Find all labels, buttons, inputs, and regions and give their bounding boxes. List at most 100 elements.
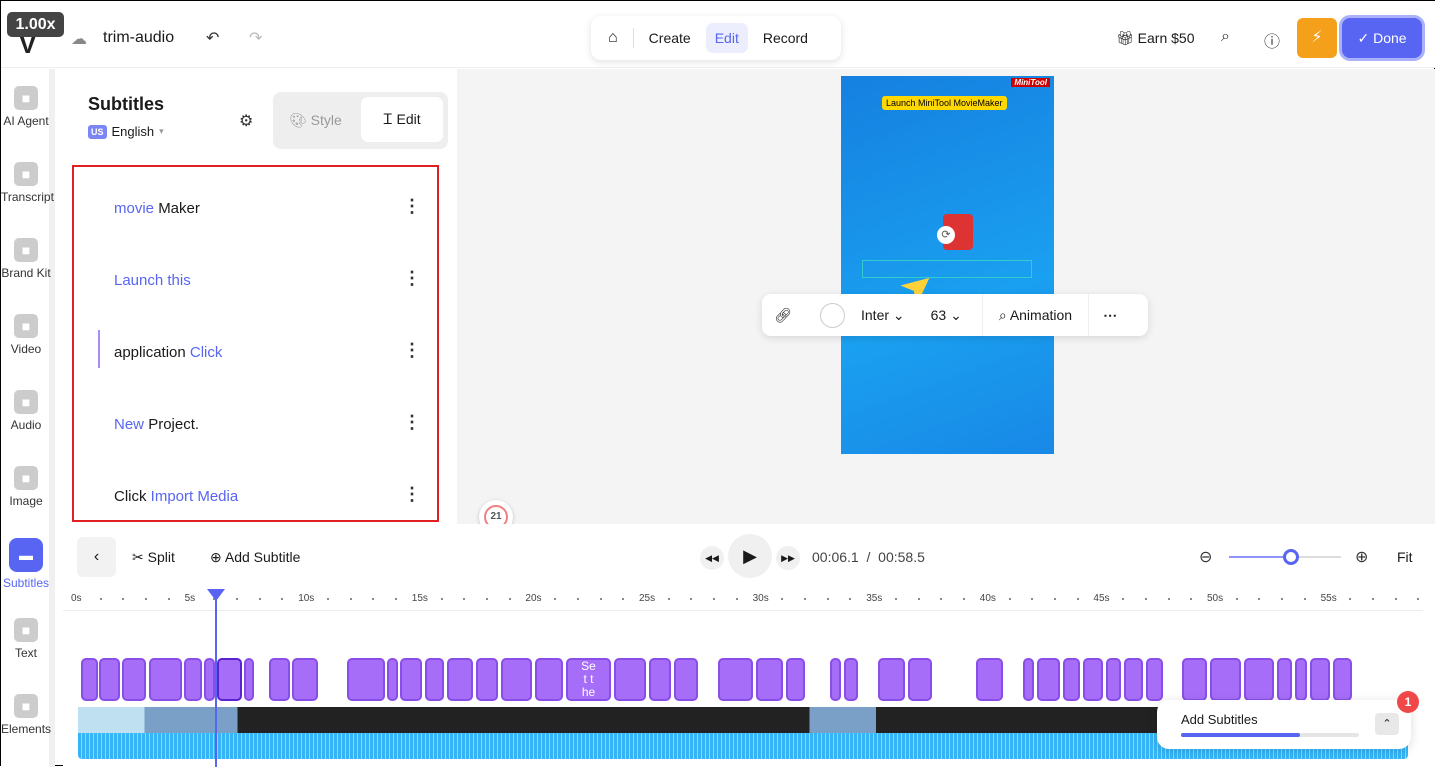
video-preview[interactable]: MiniTool Launch MiniTool MovieMaker ⟳ ➤ [841,76,1054,454]
sidebar-item-text[interactable]: ■ Text [1,618,51,660]
subtitle-clip[interactable] [976,658,1003,701]
undo-icon[interactable]: ↶ [206,28,219,48]
sidebar-item-transcript[interactable]: ■ Transcript [1,162,54,204]
collapse-button[interactable]: ‹ [77,537,116,577]
rewind-button[interactable]: ◀◀ [700,546,724,570]
more-icon[interactable]: ⋯ [1088,294,1117,336]
subtitle-clip[interactable] [1310,658,1330,701]
sidebar-item-elements[interactable]: ■ Elements [1,694,51,736]
subtitle-clip[interactable] [244,658,254,701]
settings-sliders-icon[interactable]: ⚙ [239,111,253,131]
zoom-in-icon[interactable]: ⊕ [1355,547,1368,567]
play-button[interactable]: ▶ [728,534,772,578]
forward-button[interactable]: ▶▶ [776,546,800,570]
subtitle-clip[interactable] [1210,658,1241,701]
subtitle-clip[interactable] [149,658,182,701]
upgrade-button[interactable]: ⚡︎ [1297,18,1337,58]
subtitle-item[interactable]: Click Import Media [114,488,238,505]
subtitle-clip[interactable] [1182,658,1207,701]
subtitle-clip[interactable] [501,658,532,701]
subtitle-clip[interactable] [1295,658,1307,701]
home-icon[interactable]: ⌂ [599,22,627,54]
zoom-slider-handle[interactable] [1282,549,1299,565]
subtitle-item[interactable]: New Project. [114,416,199,433]
subtitle-clip[interactable] [184,658,202,701]
subtitle-clip[interactable] [387,658,398,701]
earn-button[interactable]: 🎁︎ Earn $50 [1116,30,1195,47]
project-title[interactable]: trim-audio [103,29,174,47]
rotate-icon[interactable]: ⟳ [937,226,955,244]
sidebar-item-brand-kit[interactable]: ■ Brand Kit [1,238,51,280]
animation-button[interactable]: ⌕ Animation [981,294,1072,336]
subtitle-clip[interactable] [674,658,698,701]
subtitle-clip[interactable] [1063,658,1080,701]
subtitle-clip[interactable] [1244,658,1274,701]
sidebar-item-video[interactable]: ■ Video [1,314,51,356]
subtitle-clip[interactable] [786,658,805,701]
split-button[interactable]: ✂ Split [132,549,175,566]
subtitle-clip[interactable] [476,658,498,701]
subtitle-clip[interactable] [81,658,98,701]
tab-record[interactable]: Record [754,23,817,53]
more-options-icon[interactable]: ⋮ [403,412,421,433]
sidebar-item-ai-agent[interactable]: ■ AI Agent [1,86,51,128]
text-selection-box[interactable] [862,260,1032,278]
subtitle-clip[interactable] [1277,658,1292,701]
subtitle-clip[interactable] [1037,658,1060,701]
subtitle-clip[interactable] [649,658,671,701]
subtitle-clip[interactable] [1023,658,1034,701]
subtitle-clip[interactable] [204,658,215,701]
tab-style[interactable]: 🎨︎ Style [289,112,342,129]
tab-edit[interactable]: Edit [705,23,748,53]
more-options-icon[interactable]: ⋮ [403,196,421,217]
search-icon[interactable]: ⌕ [1221,28,1230,46]
sidebar-item-audio[interactable]: ■ Audio [1,390,51,432]
subtitle-item[interactable]: Launch this [114,272,191,289]
subtitle-clip[interactable] [756,658,783,701]
tab-edit-subtitles[interactable]: Ꮖ Edit [361,97,443,142]
subtitle-clip[interactable] [99,658,120,701]
subtitle-clip[interactable]: Se t t he [566,658,611,701]
redo-icon[interactable]: ↷ [249,28,262,48]
subtitle-clip[interactable] [718,658,753,701]
chevron-up-icon[interactable]: ⌃ [1375,713,1399,735]
subtitle-clip[interactable] [292,658,318,701]
subtitle-clip[interactable] [1124,658,1143,701]
subtitle-clip[interactable] [400,658,422,701]
sidebar-item-image[interactable]: ■ Image [1,466,51,508]
zoom-slider[interactable] [1229,549,1341,565]
more-options-icon[interactable]: ⋮ [403,340,421,361]
subtitle-clip[interactable] [614,658,646,701]
font-select[interactable]: Inter ⌄ [861,307,905,324]
subtitle-clip[interactable] [844,658,858,701]
subtitle-clip[interactable] [908,658,932,701]
subtitle-clip[interactable] [535,658,563,701]
subtitle-clip[interactable] [1083,658,1103,701]
fit-button[interactable]: Fit [1397,549,1413,565]
subtitle-item[interactable]: application Click [114,344,222,361]
font-size-select[interactable]: 63 ⌄ [931,307,962,324]
subtitle-item[interactable]: movie Maker [114,200,200,217]
subtitle-clip[interactable] [1146,658,1163,701]
subtitle-clip[interactable] [830,658,841,701]
subtitle-clip[interactable] [122,658,146,701]
subtitle-clip[interactable] [878,658,905,701]
done-button[interactable]: ✓ Done [1342,18,1422,58]
subtitle-clip[interactable] [217,658,242,701]
playhead-handle[interactable] [207,589,225,601]
sidebar-item-subtitles[interactable]: ▬ Subtitles [1,538,51,590]
add-subtitle-button[interactable]: ⊕ Add Subtitle [210,549,300,566]
subtitle-clip[interactable] [447,658,473,701]
more-options-icon[interactable]: ⋮ [403,268,421,289]
subtitle-clip[interactable] [347,658,385,701]
playhead[interactable] [207,589,225,767]
subtitle-clip[interactable] [425,658,444,701]
subtitle-clip[interactable] [269,658,290,701]
tab-create[interactable]: Create [640,23,700,53]
subtitle-clip[interactable] [1106,658,1121,701]
color-swatch[interactable] [820,302,845,328]
language-select[interactable]: US English ▾ [88,124,164,139]
subtitle-clip[interactable] [1333,658,1352,701]
link-icon[interactable]: 🔗︎ [762,307,804,324]
help-icon[interactable]: ⓘ [1264,28,1280,52]
